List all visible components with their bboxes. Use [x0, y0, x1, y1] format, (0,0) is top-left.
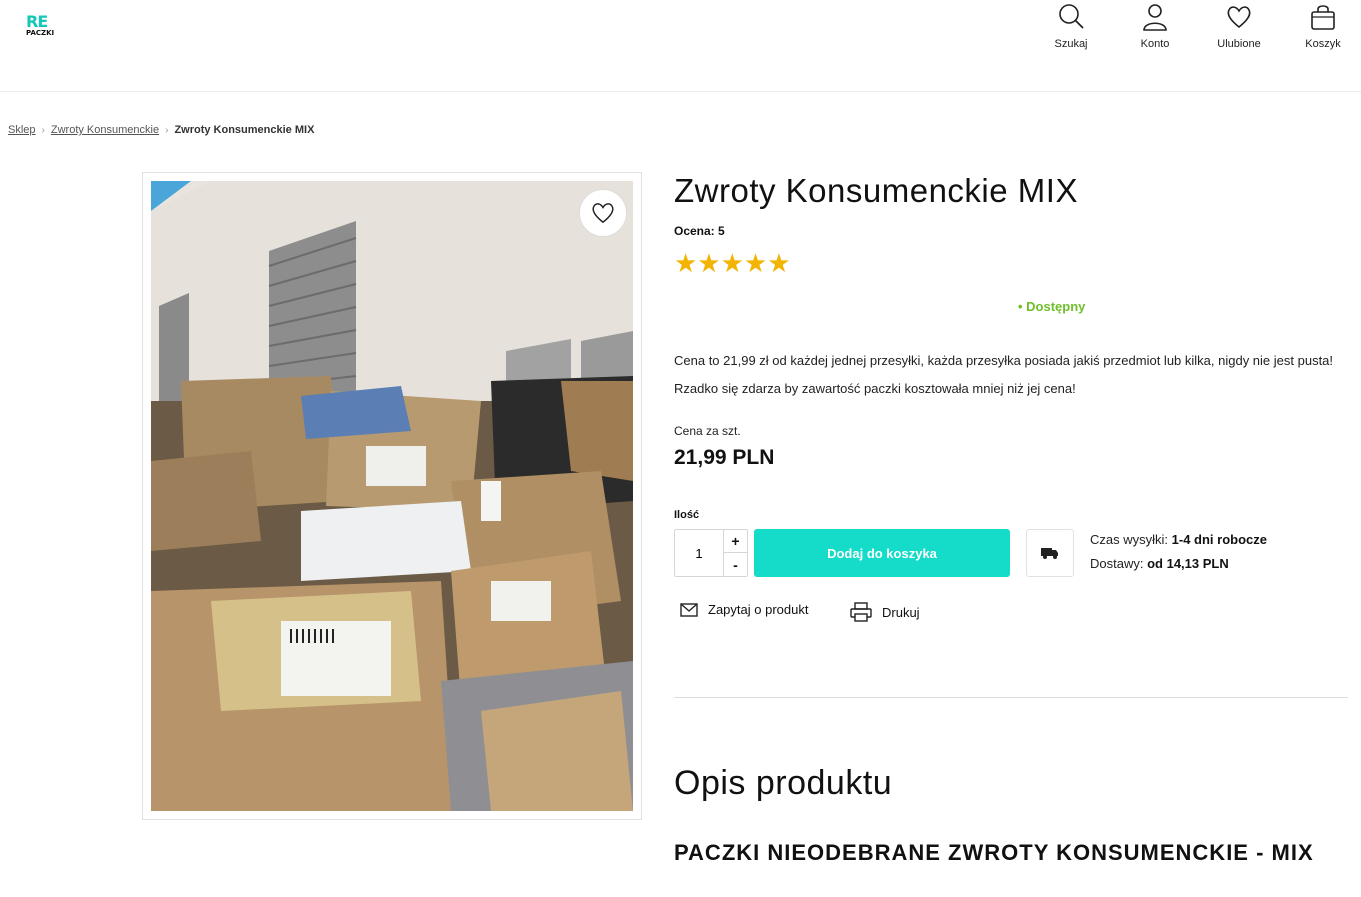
logo-re: RE	[26, 12, 48, 31]
description-heading: Opis produktu	[674, 764, 893, 802]
header-cart-label: Koszyk	[1305, 38, 1341, 50]
header-favorites-label: Ulubione	[1217, 38, 1261, 50]
quantity-increase-button[interactable]: +	[723, 530, 747, 553]
shipping-time-value: 1-4 dni robocze	[1171, 532, 1267, 547]
add-to-cart-button[interactable]: Dodaj do koszyka	[754, 529, 1010, 577]
breadcrumb-chevron-icon: ›	[165, 124, 169, 136]
shipping-time-label: Czas wysyłki:	[1090, 532, 1169, 547]
description-subheading: PACZKI NIEODEBRANE ZWROTY KONSUMENCKIE -…	[674, 840, 1314, 865]
product-image-card	[142, 172, 642, 820]
header-account-button[interactable]: Konto	[1120, 2, 1190, 54]
printer-icon	[850, 602, 872, 622]
heart-icon	[1227, 6, 1251, 29]
delivery-value: od 14,13 PLN	[1147, 556, 1229, 571]
print-label: Drukuj	[882, 604, 920, 620]
product-short-description: Cena to 21,99 zł od każdej jednej przesy…	[674, 353, 1334, 396]
mail-icon	[680, 602, 698, 617]
header-account-label: Konto	[1140, 38, 1170, 50]
ask-about-product-label: Zapytaj o produkt	[708, 602, 809, 617]
heart-icon	[592, 203, 614, 224]
product-title: Zwroty Konsumenckie MIX	[674, 172, 1078, 209]
logo-paczki: PACZKI	[26, 29, 55, 37]
price-label: Cena za szt.	[674, 424, 741, 438]
quantity-input[interactable]	[675, 530, 723, 576]
header-search-label: Szukaj	[1054, 38, 1088, 50]
quantity-label: Ilość	[674, 509, 700, 521]
breadcrumb-link-sklep[interactable]: Sklep	[8, 124, 36, 136]
delivery-cost: Dostawy: od 14,13 PLN	[1090, 556, 1229, 571]
product-photo[interactable]	[151, 181, 633, 811]
rating-stars[interactable]: ★★★★★	[674, 249, 791, 277]
breadcrumb-link-category[interactable]: Zwroty Konsumenckie	[51, 124, 159, 136]
breadcrumb-chevron-icon: ›	[41, 124, 45, 136]
quantity-decrease-button[interactable]: -	[723, 553, 747, 576]
bag-icon	[1311, 5, 1335, 30]
breadcrumb-current: Zwroty Konsumenckie MIX	[174, 124, 315, 136]
site-header: RE PACZKI Szukaj Konto Ulubione Koszyk	[0, 0, 1361, 92]
print-link[interactable]: Drukuj	[850, 602, 920, 622]
product-price: 21,99 PLN	[674, 446, 775, 469]
section-divider	[674, 697, 1348, 698]
shipping-time: Czas wysyłki: 1-4 dni robocze	[1090, 532, 1267, 547]
shipping-info-box	[1026, 529, 1074, 577]
rating-label: Ocena: 5	[674, 224, 725, 238]
add-to-favorites-button[interactable]	[579, 189, 627, 237]
search-icon	[1059, 4, 1084, 29]
parcels-photo-illustration	[151, 181, 633, 811]
availability-status: • Dostępny	[1018, 299, 1086, 314]
truck-icon	[1041, 548, 1058, 559]
ask-about-product-link[interactable]: Zapytaj o produkt	[680, 602, 808, 617]
header-favorites-button[interactable]: Ulubione	[1204, 2, 1274, 54]
user-icon	[1143, 4, 1167, 31]
delivery-label: Dostawy:	[1090, 556, 1144, 571]
quantity-stepper: + -	[674, 529, 748, 577]
breadcrumb: Sklep › Zwroty Konsumenckie › Zwroty Kon…	[8, 124, 314, 136]
site-logo[interactable]: RE PACZKI	[26, 14, 56, 40]
header-cart-button[interactable]: Koszyk	[1288, 2, 1358, 54]
header-search-button[interactable]: Szukaj	[1036, 2, 1106, 54]
